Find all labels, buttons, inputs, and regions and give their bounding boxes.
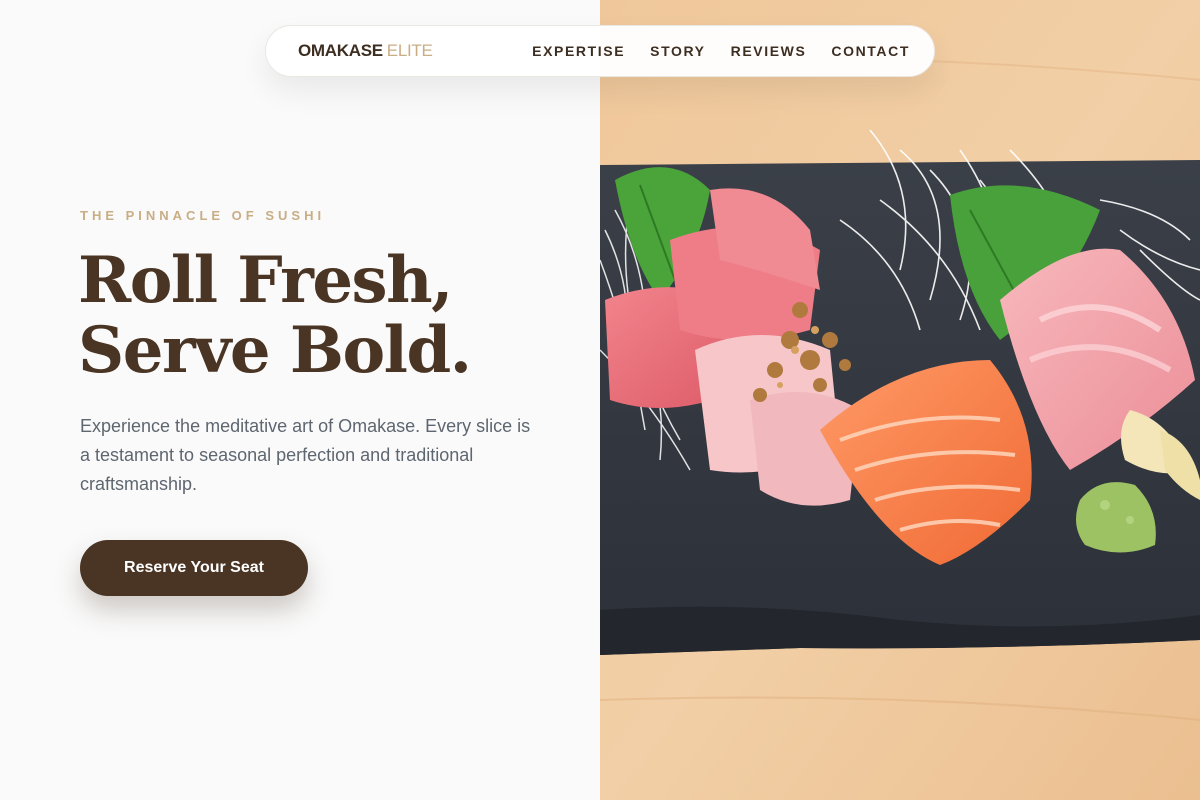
brand-logo[interactable]: OMAKASE ELITE [298, 41, 433, 61]
nav-link-contact[interactable]: CONTACT [831, 43, 910, 59]
hero-description: Experience the meditative art of Omakase… [80, 416, 531, 494]
reserve-seat-button[interactable]: Reserve Your Seat [80, 540, 308, 596]
hero-image-panel [600, 0, 1200, 800]
headline-line-2: Serve Bold. [78, 313, 472, 388]
nav-link-reviews[interactable]: REVIEWS [731, 43, 807, 59]
hero-eyebrow: THE PINNACLE OF SUSHI [80, 208, 326, 223]
top-navbar: OMAKASE ELITE EXPERTISE STORY REVIEWS CON… [265, 25, 935, 77]
nav-link-story[interactable]: STORY [650, 43, 705, 59]
sushi-plate-photo [600, 0, 1200, 800]
hero-headline: Roll Fresh, Serve Bold. [78, 243, 472, 388]
headline-line-1: Roll Fresh, [78, 243, 453, 318]
brand-name: OMAKASE [298, 41, 383, 60]
nav-links: EXPERTISE STORY REVIEWS CONTACT [532, 43, 910, 59]
brand-accent: ELITE [386, 41, 433, 60]
hero-left-panel [0, 0, 600, 800]
nav-link-expertise[interactable]: EXPERTISE [532, 43, 625, 59]
